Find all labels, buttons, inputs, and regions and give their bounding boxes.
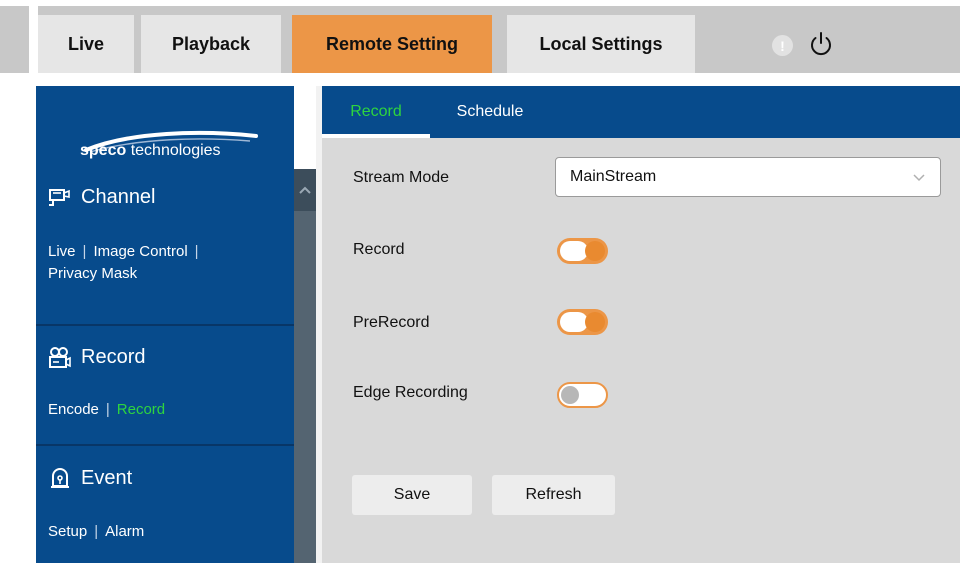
tab-live[interactable]: Live	[38, 15, 134, 73]
sidebar-divider	[36, 324, 294, 326]
sidebar: speco technologies Channel Live | Image Co…	[36, 86, 294, 563]
tab-playback[interactable]: Playback	[141, 15, 281, 73]
sidebar-section-record-label: Record	[81, 345, 146, 368]
toggle-knob	[585, 241, 605, 261]
alarm-icon	[51, 468, 69, 488]
toggle-knob	[561, 386, 579, 404]
sidebar-section-event-label: Event	[81, 466, 133, 489]
edge-recording-toggle[interactable]	[557, 382, 608, 408]
chevron-up-icon	[299, 186, 311, 194]
prerecord-toggle[interactable]	[557, 309, 608, 335]
chevron-down-icon	[913, 174, 925, 182]
sidebar-link-privacy-mask[interactable]: Privacy Mask	[48, 265, 137, 282]
record-links: Encode | Record	[48, 401, 166, 418]
sidebar-link-alarm[interactable]: Alarm	[105, 523, 144, 540]
record-settings-panel: Record Schedule Stream Mode MainStream R…	[322, 86, 960, 563]
sidebar-scrollbar[interactable]	[294, 169, 316, 563]
subtab-record[interactable]: Record	[322, 86, 430, 138]
edge-recording-label: Edge Recording	[353, 384, 468, 401]
sidebar-link-image-control[interactable]: Image Control	[93, 243, 187, 260]
subtab-schedule[interactable]: Schedule	[442, 86, 538, 138]
stream-mode-value: MainStream	[570, 168, 657, 185]
refresh-button[interactable]: Refresh	[492, 475, 615, 515]
toggle-knob	[585, 312, 605, 332]
sidebar-section-event[interactable]: Event	[48, 466, 132, 490]
power-icon[interactable]	[808, 30, 834, 58]
sidebar-link-encode[interactable]: Encode	[48, 401, 99, 418]
record-toggle[interactable]	[557, 238, 608, 264]
speco-logo: speco technologies	[80, 142, 221, 159]
info-alert-icon[interactable]: !	[772, 35, 793, 56]
sidebar-link-live[interactable]: Live	[48, 243, 76, 260]
sub-tab-bar: Record Schedule	[322, 86, 960, 138]
save-button[interactable]: Save	[352, 475, 472, 515]
tab-remote-setting[interactable]: Remote Setting	[292, 15, 492, 73]
sidebar-link-record[interactable]: Record	[117, 401, 165, 418]
record-label: Record	[353, 241, 405, 258]
sidebar-link-setup[interactable]: Setup	[48, 523, 87, 540]
prerecord-label: PreRecord	[353, 314, 430, 331]
camera-icon	[49, 188, 70, 206]
sidebar-section-record[interactable]: Record	[48, 345, 145, 369]
top-navigation-bar: Live Playback Remote Setting Local Setti…	[0, 0, 960, 73]
stream-mode-label: Stream Mode	[353, 169, 450, 186]
sidebar-section-channel[interactable]: Channel	[48, 186, 156, 209]
scroll-up-button[interactable]	[294, 169, 316, 211]
channel-links: Live | Image Control | Privacy Mask	[48, 243, 199, 282]
sidebar-divider	[36, 444, 294, 446]
tab-local-settings[interactable]: Local Settings	[507, 15, 695, 73]
video-camera-icon	[49, 347, 71, 368]
sidebar-section-channel-label: Channel	[81, 186, 156, 208]
event-links: Setup | Alarm	[48, 523, 145, 540]
stream-mode-select[interactable]: MainStream	[555, 157, 941, 197]
